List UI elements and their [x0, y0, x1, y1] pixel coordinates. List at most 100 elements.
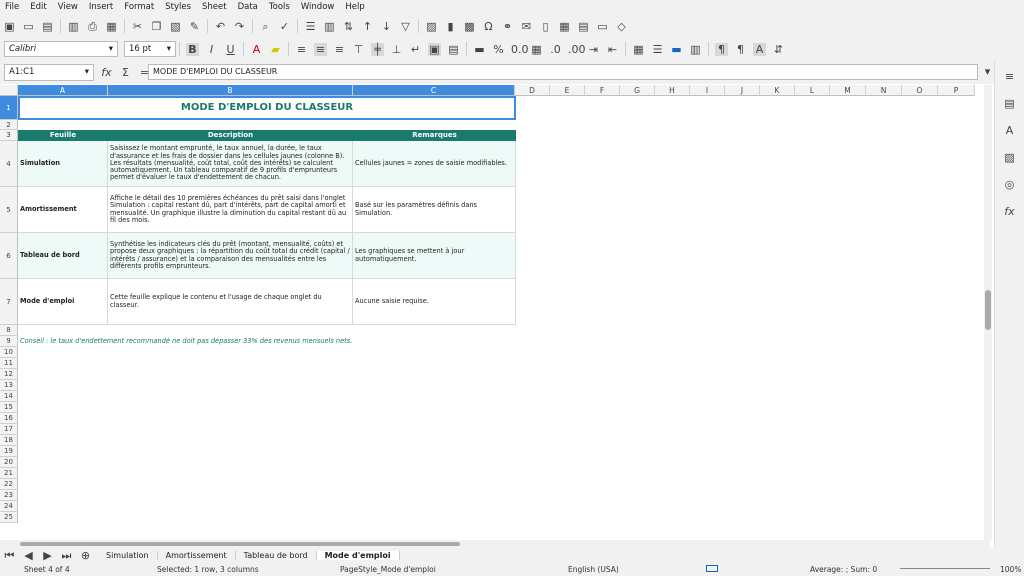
- row-header-24[interactable]: 24: [0, 501, 18, 512]
- rtl-icon[interactable]: ¶: [734, 43, 747, 56]
- sheet-tab[interactable]: Tableau de bord: [235, 550, 317, 560]
- select-all-corner[interactable]: [0, 85, 18, 96]
- column-header-f[interactable]: F: [585, 85, 620, 96]
- font-size-box[interactable]: 16 pt ▾: [124, 41, 176, 57]
- save-icon[interactable]: ▤: [41, 20, 54, 33]
- clone-formatting-icon[interactable]: ✎: [188, 20, 201, 33]
- increase-indent-icon[interactable]: ⇥: [587, 43, 600, 56]
- row-header-4[interactable]: 4: [0, 141, 18, 187]
- expand-formula-icon[interactable]: ▾: [981, 65, 994, 78]
- header-footer-icon[interactable]: ▯: [539, 20, 552, 33]
- column-header-d[interactable]: D: [515, 85, 550, 96]
- name-box[interactable]: A1:C1 ▾: [4, 63, 94, 81]
- table-cell-note[interactable]: Les graphiques se mettent à jour automat…: [353, 233, 516, 279]
- menu-item-styles[interactable]: Styles: [165, 2, 191, 12]
- zoom-level[interactable]: 100%: [1000, 565, 1021, 574]
- align-left-icon[interactable]: ≡: [295, 43, 308, 56]
- export-pdf-icon[interactable]: ▥: [67, 20, 80, 33]
- menu-item-edit[interactable]: Edit: [30, 2, 46, 12]
- column-header-m[interactable]: M: [830, 85, 866, 96]
- function-wizard-icon[interactable]: fx: [100, 66, 113, 79]
- font-name-box[interactable]: Calibri ▾: [4, 41, 118, 57]
- special-character-icon[interactable]: Ω: [482, 20, 495, 33]
- vertical-text-icon[interactable]: A: [753, 42, 766, 56]
- align-middle-icon[interactable]: ╪: [371, 42, 384, 56]
- underline-icon[interactable]: U: [224, 43, 237, 56]
- font-color-icon[interactable]: A: [250, 43, 263, 56]
- highlight-icon[interactable]: ▰: [269, 43, 282, 56]
- row-header-9[interactable]: 9: [0, 336, 18, 347]
- hyperlink-icon[interactable]: ⚭: [501, 20, 514, 33]
- row-header-20[interactable]: 20: [0, 457, 18, 468]
- navigator-icon[interactable]: ◎: [1003, 178, 1016, 191]
- define-print-area-icon[interactable]: ▦: [558, 20, 571, 33]
- print-icon[interactable]: ⎙: [86, 20, 99, 33]
- column-header-n[interactable]: N: [866, 85, 902, 96]
- column-header-l[interactable]: L: [795, 85, 830, 96]
- column-header-o[interactable]: O: [902, 85, 938, 96]
- functions-icon[interactable]: fx: [1003, 205, 1016, 218]
- row-header-2[interactable]: 2: [0, 120, 18, 130]
- table-cell-note[interactable]: Cellules jaunes = zones de saisie modifi…: [353, 141, 516, 187]
- copy-icon[interactable]: ❐: [150, 20, 163, 33]
- sheet-tab[interactable]: Mode d'emploi: [316, 550, 400, 560]
- sort-ascending-icon[interactable]: ↑: [361, 20, 374, 33]
- border-color-icon[interactable]: ▬: [670, 43, 683, 56]
- sort-descending-icon[interactable]: ↓: [380, 20, 393, 33]
- ltr-icon[interactable]: ¶: [715, 42, 728, 56]
- currency-icon[interactable]: ▬: [473, 43, 486, 56]
- table-cell-description[interactable]: Affiche le détail des 10 premières échéa…: [108, 187, 353, 233]
- row-header-15[interactable]: 15: [0, 402, 18, 413]
- paste-icon[interactable]: ▧: [169, 20, 182, 33]
- last-sheet-icon[interactable]: ⏭: [60, 549, 73, 562]
- image-icon[interactable]: ▨: [425, 20, 438, 33]
- open-icon[interactable]: ▭: [22, 20, 35, 33]
- print-preview-icon[interactable]: ▦: [105, 20, 118, 33]
- zoom-slider[interactable]: [900, 568, 990, 569]
- conditional-format-icon[interactable]: ▥: [689, 43, 702, 56]
- asian-layout-icon[interactable]: ⇵: [772, 43, 785, 56]
- row-header-10[interactable]: 10: [0, 347, 18, 358]
- row-header-3[interactable]: 3: [0, 130, 18, 141]
- split-window-icon[interactable]: ▭: [596, 20, 609, 33]
- column-header-c[interactable]: C: [353, 85, 515, 96]
- delete-decimal-icon[interactable]: .00: [568, 43, 586, 56]
- wrap-text-icon[interactable]: ↵: [409, 43, 422, 56]
- row-header-23[interactable]: 23: [0, 490, 18, 501]
- freeze-icon[interactable]: ▤: [577, 20, 590, 33]
- table-cell-description[interactable]: Cette feuille explique le contenu et l'u…: [108, 279, 353, 325]
- number-format-icon[interactable]: 0.0: [511, 43, 529, 56]
- row-header-18[interactable]: 18: [0, 435, 18, 446]
- row-header-17[interactable]: 17: [0, 424, 18, 435]
- merge-center-icon[interactable]: ▣: [428, 42, 441, 56]
- column-header-b[interactable]: B: [108, 85, 353, 96]
- table-cell-description[interactable]: Synthétise les indicateurs clés du prêt …: [108, 233, 353, 279]
- sheet-tab[interactable]: Simulation: [98, 550, 158, 560]
- table-cell-sheet[interactable]: Mode d'emploi: [18, 279, 108, 325]
- table-cell-sheet[interactable]: Simulation: [18, 141, 108, 187]
- menu-item-data[interactable]: Data: [238, 2, 258, 12]
- prev-sheet-icon[interactable]: ◀: [22, 549, 35, 562]
- sheet-tab[interactable]: Amortissement: [157, 550, 236, 560]
- next-sheet-icon[interactable]: ▶: [41, 549, 54, 562]
- unmerge-icon[interactable]: ▤: [447, 43, 460, 56]
- styles-icon[interactable]: A: [1003, 124, 1016, 137]
- row-header-13[interactable]: 13: [0, 380, 18, 391]
- column-header-e[interactable]: E: [550, 85, 585, 96]
- formula-input[interactable]: MODE D'EMPLOI DU CLASSEUR: [148, 64, 978, 80]
- column-header-p[interactable]: P: [938, 85, 975, 96]
- first-sheet-icon[interactable]: ⏮: [3, 549, 16, 562]
- selection-mode-icon[interactable]: [706, 565, 718, 572]
- menu-item-format[interactable]: Format: [124, 2, 154, 12]
- header-feuille[interactable]: Feuille: [18, 130, 108, 141]
- row-header-21[interactable]: 21: [0, 468, 18, 479]
- comment-icon[interactable]: ✉: [520, 20, 533, 33]
- row-header-25[interactable]: 25: [0, 512, 18, 523]
- row-header-8[interactable]: 8: [0, 325, 18, 336]
- table-cell-sheet[interactable]: Amortissement: [18, 187, 108, 233]
- horizontal-scrollbar[interactable]: [0, 540, 990, 548]
- conseil-note[interactable]: Conseil : le taux d'endettement recomman…: [20, 337, 352, 345]
- row-header-12[interactable]: 12: [0, 369, 18, 380]
- border-style-icon[interactable]: ☰: [651, 43, 664, 56]
- menu-item-view[interactable]: View: [58, 2, 78, 12]
